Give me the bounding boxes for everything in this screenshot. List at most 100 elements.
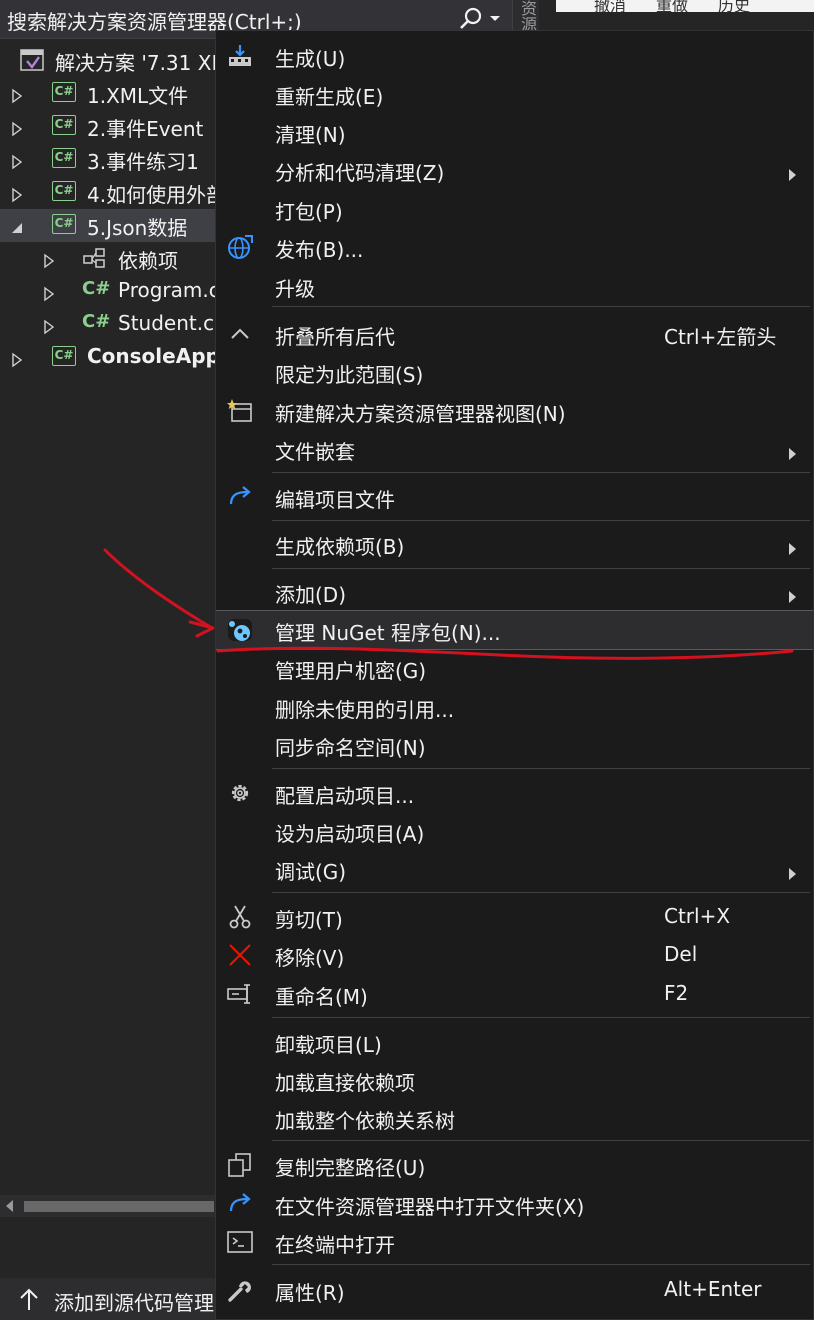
context-menu: 生成(U) 重新生成(E) 清理(N) 分析和代码清理(Z) 打包(P) 发布(B)...… xyxy=(215,30,814,1320)
menu-item[interactable]: 在文件资源管理器中打开文件夹(X) xyxy=(216,1185,813,1223)
menu-item-label: 限定为此范围(S) xyxy=(275,363,424,387)
tree-item-label: Student.cs xyxy=(118,311,225,335)
menu-item[interactable]: 加载整个依赖关系树 xyxy=(216,1099,813,1137)
menu-item-label: 编辑项目文件 xyxy=(275,488,395,512)
tree-item-label: 5.Json数据 xyxy=(87,216,188,240)
toolbar-item[interactable]: 重做 xyxy=(656,0,688,12)
expand-arrow-icon[interactable] xyxy=(10,184,24,203)
menu-item-label: 在文件资源管理器中打开文件夹(X) xyxy=(275,1195,585,1219)
menu-separator xyxy=(272,520,810,521)
menu-item[interactable]: 复制完整路径(U) xyxy=(216,1146,813,1184)
menu-item[interactable]: 新建解决方案资源管理器视图(N) xyxy=(216,392,813,430)
menu-separator xyxy=(272,568,810,569)
csharp-project-icon: C# xyxy=(52,214,76,234)
menu-item[interactable]: 在终端中打开 xyxy=(216,1223,813,1261)
chevron-down-icon[interactable] xyxy=(488,8,502,28)
tree-item-label: 依赖项 xyxy=(118,249,178,273)
menu-item[interactable]: 属性(R) Alt+Enter xyxy=(216,1271,813,1309)
menu-item[interactable]: 生成依赖项(B) xyxy=(216,525,813,563)
menu-item[interactable]: 限定为此范围(S) xyxy=(216,353,813,391)
menu-item[interactable]: 加载直接依赖项 xyxy=(216,1061,813,1099)
menu-item[interactable]: 发布(B)... xyxy=(216,228,813,266)
menu-item-label: 删除未使用的引用... xyxy=(275,698,455,722)
menu-item[interactable]: 删除未使用的引用... xyxy=(216,688,813,726)
menu-separator xyxy=(272,1140,810,1141)
menu-item-label: 发布(B)... xyxy=(275,238,364,262)
menu-item-label: 生成依赖项(B) xyxy=(275,535,405,559)
open-folder-arrow-icon xyxy=(226,1191,254,1217)
menu-item[interactable]: 文件嵌套 xyxy=(216,430,813,468)
menu-item[interactable]: 调试(G) xyxy=(216,850,813,888)
menu-item[interactable]: 编辑项目文件 xyxy=(216,478,813,516)
menu-item-shortcut: Ctrl+左箭头 xyxy=(664,325,777,349)
new-view-icon xyxy=(226,398,254,424)
menu-item[interactable]: 重新生成(E) xyxy=(216,75,813,113)
arrow-up-icon[interactable] xyxy=(16,1286,42,1312)
menu-separator xyxy=(272,472,810,473)
menu-item[interactable]: 剪切(T) Ctrl+X xyxy=(216,898,813,936)
submenu-arrow-icon xyxy=(787,163,797,181)
tree-item-label: 1.XML文件 xyxy=(87,84,189,108)
toolbar-item[interactable]: 历史 xyxy=(718,0,750,12)
expand-arrow-icon[interactable] xyxy=(42,283,56,302)
submenu-arrow-icon xyxy=(787,585,797,603)
scroll-left-icon[interactable] xyxy=(4,1199,16,1213)
menu-item[interactable]: 清理(N) xyxy=(216,113,813,151)
scrollbar-thumb[interactable] xyxy=(24,1201,214,1212)
menu-item-label: 加载整个依赖关系树 xyxy=(275,1109,455,1133)
expand-arrow-icon[interactable] xyxy=(10,349,24,368)
menu-item-label: 分析和代码清理(Z) xyxy=(275,161,445,185)
menu-item[interactable]: 分析和代码清理(Z) xyxy=(216,151,813,189)
menu-item[interactable]: 生成(U) xyxy=(216,37,813,75)
menu-item[interactable]: 打包(P) xyxy=(216,190,813,228)
menu-item-label: 卸载项目(L) xyxy=(275,1033,382,1057)
menu-item-label: 移除(V) xyxy=(275,946,345,970)
solution-label: 解决方案 '7.31 XML xyxy=(55,51,240,75)
submenu-arrow-icon xyxy=(787,537,797,555)
expand-arrow-icon[interactable] xyxy=(42,250,56,269)
expand-arrow-icon[interactable] xyxy=(10,118,24,137)
expand-arrow-icon[interactable] xyxy=(10,151,24,170)
menu-item[interactable]: 升级 xyxy=(216,267,813,305)
menu-item[interactable]: 添加(D) xyxy=(216,573,813,611)
submenu-arrow-icon xyxy=(787,442,797,460)
expand-arrow-icon[interactable] xyxy=(42,316,56,335)
search-icon[interactable] xyxy=(458,6,484,32)
menu-item[interactable]: 管理 NuGet 程序包(N)... xyxy=(216,610,813,650)
gear-icon xyxy=(226,780,254,806)
menu-item[interactable]: 同步命名空间(N) xyxy=(216,726,813,764)
wrench-icon xyxy=(226,1277,254,1303)
menu-item-label: 加载直接依赖项 xyxy=(275,1071,415,1095)
scissors-icon xyxy=(226,904,254,930)
expand-arrow-icon[interactable] xyxy=(10,85,24,104)
menu-item-label: 添加(D) xyxy=(275,583,347,607)
menu-item-label: 重新生成(E) xyxy=(275,85,384,109)
menu-item[interactable]: 配置启动项目... xyxy=(216,774,813,812)
menu-item[interactable]: 重命名(M) F2 xyxy=(216,975,813,1013)
menu-item[interactable]: 设为启动项目(A) xyxy=(216,812,813,850)
menu-separator xyxy=(272,1017,810,1018)
publish-globe-icon xyxy=(226,234,254,260)
tree-item-label: ConsoleApp xyxy=(87,344,220,368)
menu-item[interactable]: 移除(V) Del xyxy=(216,936,813,974)
menu-item[interactable]: 管理用户机密(G) xyxy=(216,649,813,687)
menu-item-label: 管理用户机密(G) xyxy=(275,659,427,683)
rename-icon xyxy=(226,981,254,1007)
build-icon xyxy=(226,43,254,69)
menu-item[interactable]: 折叠所有后代 Ctrl+左箭头 xyxy=(216,315,813,353)
collapse-arrow-icon[interactable] xyxy=(10,217,24,233)
menu-item-label: 折叠所有后代 xyxy=(275,325,395,349)
menu-item-label: 复制完整路径(U) xyxy=(275,1156,426,1180)
menu-item-shortcut: Alt+Enter xyxy=(664,1277,762,1301)
menu-item-label: 清理(N) xyxy=(275,123,346,147)
menu-item-label: 文件嵌套 xyxy=(275,440,355,464)
edit-arrow-icon xyxy=(226,484,254,510)
csharp-project-icon: C# xyxy=(52,82,76,102)
nuget-icon xyxy=(226,617,254,643)
menu-item-label: 属性(R) xyxy=(275,1281,345,1305)
solution-icon xyxy=(20,49,44,71)
menu-item-label: 管理 NuGet 程序包(N)... xyxy=(275,621,501,645)
toolbar-item[interactable]: 撤消 xyxy=(594,0,626,12)
menu-item[interactable]: 卸载项目(L) xyxy=(216,1023,813,1061)
add-to-source-control-text[interactable]: 添加到源代码管理 xyxy=(54,1287,214,1316)
